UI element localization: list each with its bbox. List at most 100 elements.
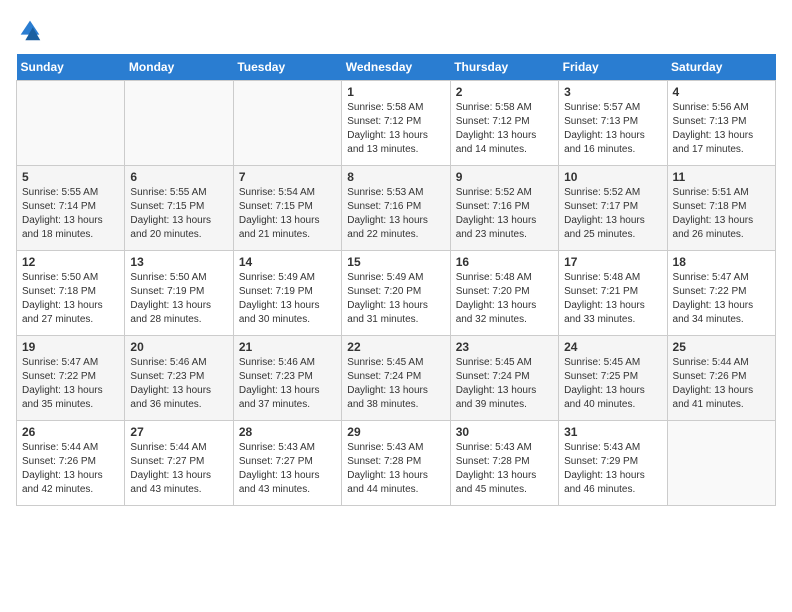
day-info: Sunrise: 5:51 AMSunset: 7:18 PMDaylight:… — [673, 186, 770, 242]
day-number: 26 — [22, 425, 119, 439]
calendar-cell: 11 Sunrise: 5:51 AMSunset: 7:18 PMDayligh… — [667, 166, 775, 251]
calendar-cell: 21 Sunrise: 5:46 AMSunset: 7:23 PMDayligh… — [233, 336, 341, 421]
day-info: Sunrise: 5:55 AMSunset: 7:14 PMDaylight:… — [22, 186, 119, 242]
day-number: 20 — [130, 340, 227, 354]
calendar-cell: 1 Sunrise: 5:58 AMSunset: 7:12 PMDaylight… — [342, 81, 450, 166]
day-info: Sunrise: 5:43 AMSunset: 7:28 PMDaylight:… — [347, 441, 444, 497]
logo — [16, 16, 48, 44]
day-number: 15 — [347, 255, 444, 269]
day-info: Sunrise: 5:47 AMSunset: 7:22 PMDaylight:… — [22, 356, 119, 412]
day-number: 23 — [456, 340, 553, 354]
day-info: Sunrise: 5:54 AMSunset: 7:15 PMDaylight:… — [239, 186, 336, 242]
calendar-cell: 24 Sunrise: 5:45 AMSunset: 7:25 PMDayligh… — [559, 336, 667, 421]
calendar-cell — [125, 81, 233, 166]
day-info: Sunrise: 5:45 AMSunset: 7:24 PMDaylight:… — [347, 356, 444, 412]
day-info: Sunrise: 5:43 AMSunset: 7:27 PMDaylight:… — [239, 441, 336, 497]
column-header-sunday: Sunday — [17, 54, 125, 81]
day-info: Sunrise: 5:47 AMSunset: 7:22 PMDaylight:… — [673, 271, 770, 327]
day-number: 10 — [564, 170, 661, 184]
day-number: 11 — [673, 170, 770, 184]
day-number: 16 — [456, 255, 553, 269]
day-number: 30 — [456, 425, 553, 439]
column-header-wednesday: Wednesday — [342, 54, 450, 81]
day-number: 14 — [239, 255, 336, 269]
calendar-cell: 26 Sunrise: 5:44 AMSunset: 7:26 PMDayligh… — [17, 421, 125, 506]
calendar-cell: 28 Sunrise: 5:43 AMSunset: 7:27 PMDayligh… — [233, 421, 341, 506]
day-info: Sunrise: 5:58 AMSunset: 7:12 PMDaylight:… — [347, 101, 444, 157]
calendar-cell: 5Sunrise: 5:55 AMSunset: 7:14 PMDaylight… — [17, 166, 125, 251]
day-info: Sunrise: 5:58 AMSunset: 7:12 PMDaylight:… — [456, 101, 553, 157]
day-info: Sunrise: 5:43 AMSunset: 7:29 PMDaylight:… — [564, 441, 661, 497]
day-number: 13 — [130, 255, 227, 269]
calendar-table: SundayMondayTuesdayWednesdayThursdayFrid… — [16, 54, 776, 506]
calendar-cell: 30 Sunrise: 5:43 AMSunset: 7:28 PMDayligh… — [450, 421, 558, 506]
day-number: 22 — [347, 340, 444, 354]
day-number: 4 — [673, 85, 770, 99]
day-info: Sunrise: 5:57 AMSunset: 7:13 PMDaylight:… — [564, 101, 661, 157]
day-number: 27 — [130, 425, 227, 439]
day-number: 17 — [564, 255, 661, 269]
day-number: 24 — [564, 340, 661, 354]
day-info: Sunrise: 5:44 AMSunset: 7:27 PMDaylight:… — [130, 441, 227, 497]
calendar-cell: 15 Sunrise: 5:49 AMSunset: 7:20 PMDayligh… — [342, 251, 450, 336]
calendar-cell: 17 Sunrise: 5:48 AMSunset: 7:21 PMDayligh… — [559, 251, 667, 336]
day-info: Sunrise: 5:52 AMSunset: 7:16 PMDaylight:… — [456, 186, 553, 242]
calendar-week-4: 19 Sunrise: 5:47 AMSunset: 7:22 PMDayligh… — [17, 336, 776, 421]
calendar-cell: 12 Sunrise: 5:50 AMSunset: 7:18 PMDayligh… — [17, 251, 125, 336]
calendar-cell — [233, 81, 341, 166]
calendar-week-2: 5Sunrise: 5:55 AMSunset: 7:14 PMDaylight… — [17, 166, 776, 251]
day-number: 29 — [347, 425, 444, 439]
day-number: 3 — [564, 85, 661, 99]
calendar-week-3: 12 Sunrise: 5:50 AMSunset: 7:18 PMDayligh… — [17, 251, 776, 336]
day-info: Sunrise: 5:45 AMSunset: 7:24 PMDaylight:… — [456, 356, 553, 412]
calendar-cell — [667, 421, 775, 506]
calendar-cell: 27 Sunrise: 5:44 AMSunset: 7:27 PMDayligh… — [125, 421, 233, 506]
calendar-week-5: 26 Sunrise: 5:44 AMSunset: 7:26 PMDayligh… — [17, 421, 776, 506]
day-info: Sunrise: 5:46 AMSunset: 7:23 PMDaylight:… — [239, 356, 336, 412]
day-info: Sunrise: 5:56 AMSunset: 7:13 PMDaylight:… — [673, 101, 770, 157]
calendar-cell: 25Sunrise: 5:44 AMSunset: 7:26 PMDayligh… — [667, 336, 775, 421]
day-number: 7 — [239, 170, 336, 184]
day-info: Sunrise: 5:49 AMSunset: 7:20 PMDaylight:… — [347, 271, 444, 327]
day-number: 21 — [239, 340, 336, 354]
day-number: 6 — [130, 170, 227, 184]
calendar-cell: 7 Sunrise: 5:54 AMSunset: 7:15 PMDaylight… — [233, 166, 341, 251]
logo-icon — [16, 16, 44, 44]
day-info: Sunrise: 5:48 AMSunset: 7:21 PMDaylight:… — [564, 271, 661, 327]
day-number: 2 — [456, 85, 553, 99]
day-info: Sunrise: 5:53 AMSunset: 7:16 PMDaylight:… — [347, 186, 444, 242]
day-info: Sunrise: 5:44 AMSunset: 7:26 PMDaylight:… — [22, 441, 119, 497]
column-header-saturday: Saturday — [667, 54, 775, 81]
day-info: Sunrise: 5:55 AMSunset: 7:15 PMDaylight:… — [130, 186, 227, 242]
day-number: 19 — [22, 340, 119, 354]
day-info: Sunrise: 5:50 AMSunset: 7:18 PMDaylight:… — [22, 271, 119, 327]
day-info: Sunrise: 5:48 AMSunset: 7:20 PMDaylight:… — [456, 271, 553, 327]
calendar-cell: 18 Sunrise: 5:47 AMSunset: 7:22 PMDayligh… — [667, 251, 775, 336]
calendar-cell: 20 Sunrise: 5:46 AMSunset: 7:23 PMDayligh… — [125, 336, 233, 421]
day-number: 28 — [239, 425, 336, 439]
calendar-cell: 31 Sunrise: 5:43 AMSunset: 7:29 PMDayligh… — [559, 421, 667, 506]
day-info: Sunrise: 5:46 AMSunset: 7:23 PMDaylight:… — [130, 356, 227, 412]
day-number: 18 — [673, 255, 770, 269]
calendar-week-1: 1 Sunrise: 5:58 AMSunset: 7:12 PMDaylight… — [17, 81, 776, 166]
calendar-cell: 9Sunrise: 5:52 AMSunset: 7:16 PMDaylight… — [450, 166, 558, 251]
day-number: 31 — [564, 425, 661, 439]
calendar-cell: 29 Sunrise: 5:43 AMSunset: 7:28 PMDayligh… — [342, 421, 450, 506]
day-info: Sunrise: 5:43 AMSunset: 7:28 PMDaylight:… — [456, 441, 553, 497]
calendar-cell: 10Sunrise: 5:52 AMSunset: 7:17 PMDayligh… — [559, 166, 667, 251]
header-row: SundayMondayTuesdayWednesdayThursdayFrid… — [17, 54, 776, 81]
column-header-tuesday: Tuesday — [233, 54, 341, 81]
day-number: 1 — [347, 85, 444, 99]
calendar-cell: 13Sunrise: 5:50 AMSunset: 7:19 PMDayligh… — [125, 251, 233, 336]
calendar-cell: 23 Sunrise: 5:45 AMSunset: 7:24 PMDayligh… — [450, 336, 558, 421]
day-number: 8 — [347, 170, 444, 184]
calendar-cell: 4 Sunrise: 5:56 AMSunset: 7:13 PMDaylight… — [667, 81, 775, 166]
calendar-cell: 8 Sunrise: 5:53 AMSunset: 7:16 PMDaylight… — [342, 166, 450, 251]
day-number: 12 — [22, 255, 119, 269]
calendar-cell: 2 Sunrise: 5:58 AMSunset: 7:12 PMDaylight… — [450, 81, 558, 166]
page-header — [16, 16, 776, 44]
day-info: Sunrise: 5:44 AMSunset: 7:26 PMDaylight:… — [673, 356, 770, 412]
calendar-cell: 6 Sunrise: 5:55 AMSunset: 7:15 PMDaylight… — [125, 166, 233, 251]
column-header-monday: Monday — [125, 54, 233, 81]
day-info: Sunrise: 5:45 AMSunset: 7:25 PMDaylight:… — [564, 356, 661, 412]
